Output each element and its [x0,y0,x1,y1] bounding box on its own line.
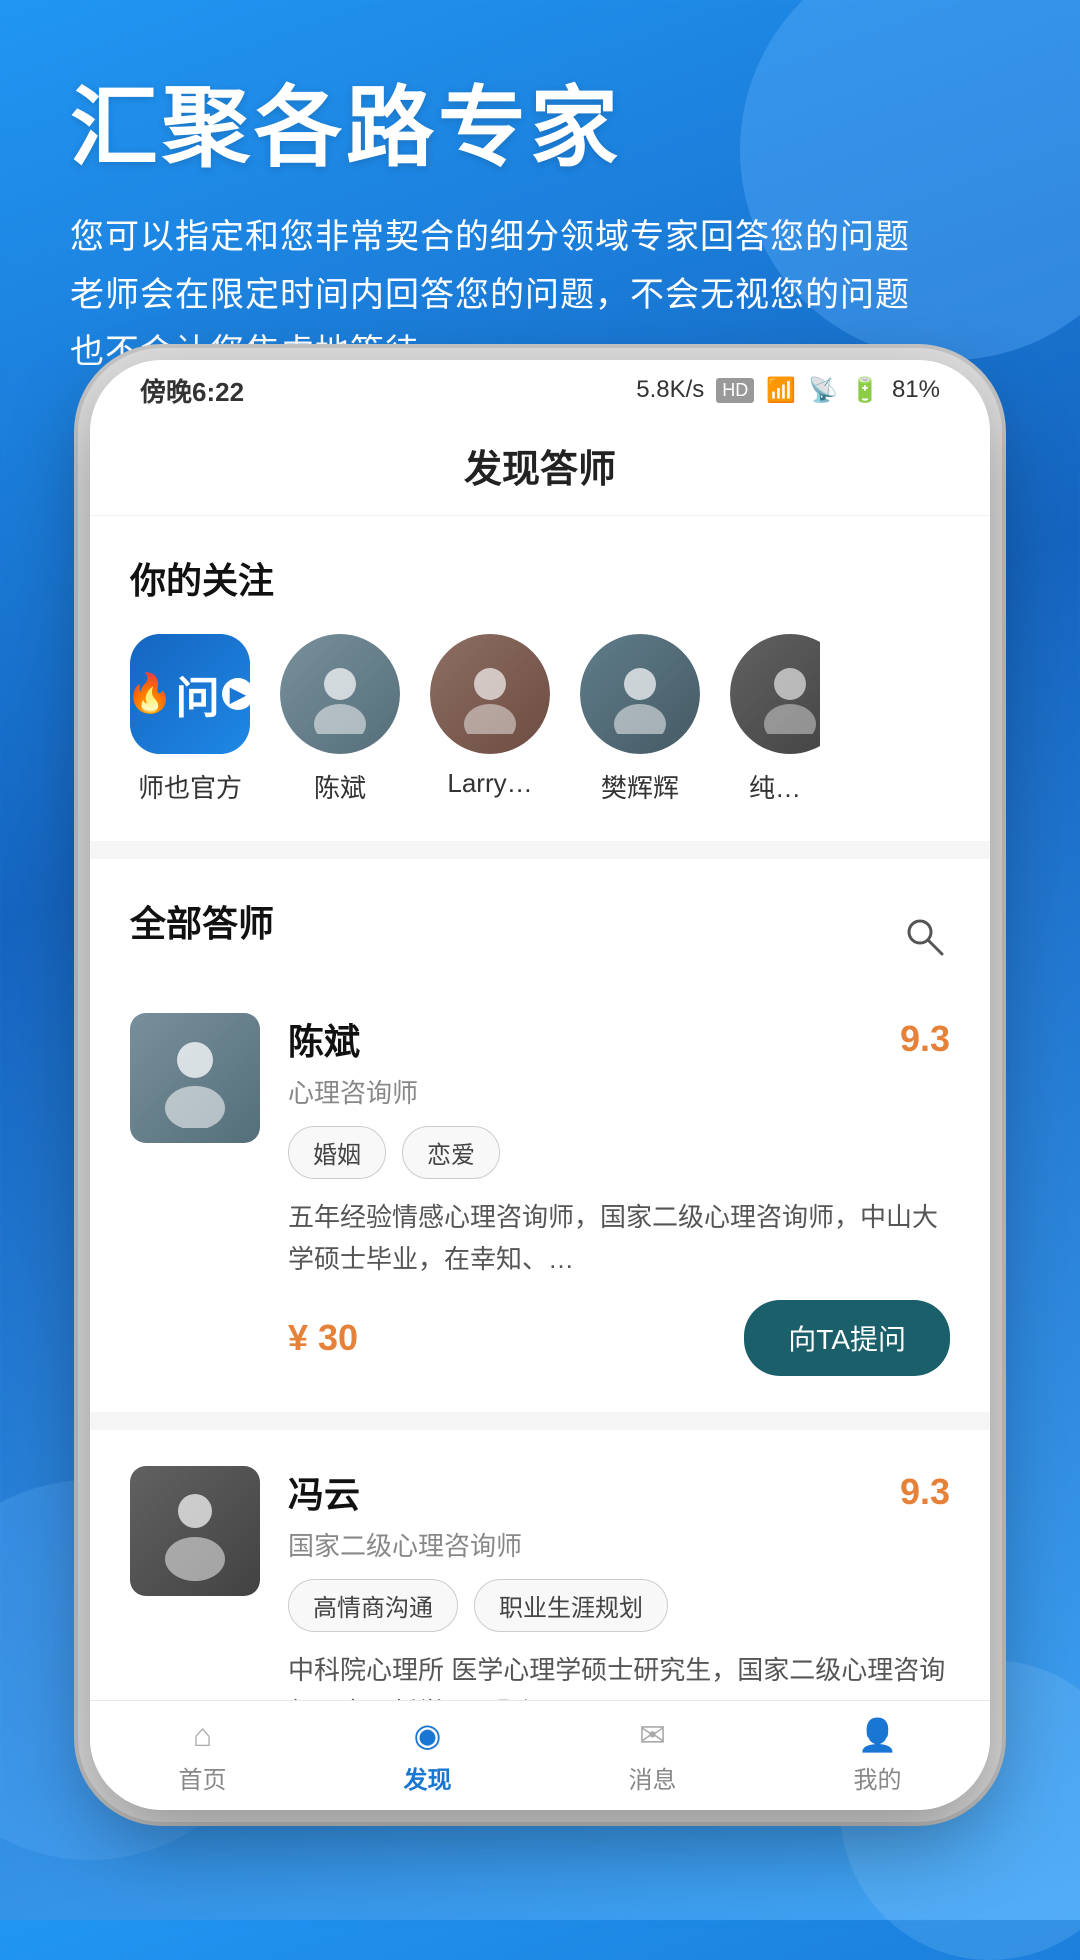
discover-icon: ◉ [414,1716,442,1754]
page-subtitle: 您可以指定和您非常契合的细分领域专家回答您的问题 老师会在限定时间内回答您的问题… [70,209,1010,382]
chenbin-tag-2: 恋爱 [402,1126,500,1179]
fanhuihui-following-name: 樊辉辉 [601,768,679,805]
chenbin-avatar [130,1013,260,1143]
app-header: 发现答师 [90,420,990,516]
chenbin-following-avatar [280,634,400,754]
fengyun-header-row: 冯云 9.3 [288,1466,950,1518]
chenbin-header-row: 陈斌 9.3 [288,1013,950,1065]
chenbin-avatar-img [280,634,400,754]
chenbin-rating: 9.3 [900,1018,950,1060]
larry-avatar-img [430,634,550,754]
following-item-official[interactable]: 🔥 问 ▶ 师也官方 [130,634,250,805]
official-inner: 🔥 问 ▶ [130,634,250,754]
status-time: 傍晚6:22 [140,372,244,409]
official-avatar: 🔥 问 ▶ [130,634,250,754]
status-right: 5.8K/s HD 📶 📡 🔋 81% [636,376,940,405]
teacher-card-chenbin[interactable]: 陈斌 9.3 心理咨询师 婚姻 恋爱 五年经验情感心理咨询师，国家二级心理咨询师… [90,977,990,1412]
status-bar: 傍晚6:22 5.8K/s HD 📶 📡 🔋 81% [90,360,990,420]
chenbin-desc: 五年经验情感心理咨询师，国家二级心理咨询师，中山大学硕士毕业，在幸知、… [288,1197,950,1280]
chenbin-tags: 婚姻 恋爱 [288,1126,950,1179]
larry-following-avatar [430,634,550,754]
wifi-icon: 📡 [808,376,838,405]
chenbin-footer: ¥ 30 向TA提问 [288,1300,950,1376]
all-teachers-section: 全部答师 [90,859,990,977]
official-name: 师也官方 [138,768,242,805]
nav-label-messages: 消息 [629,1760,677,1795]
fengyun-avatar [130,1466,260,1596]
fengyun-tags: 高情商沟通 职业生涯规划 [288,1579,950,1632]
chenbin-tag-1: 婚姻 [288,1126,386,1179]
hd-badge: HD [716,378,754,403]
fengyun-title: 国家二级心理咨询师 [288,1526,950,1563]
nav-label-home: 首页 [179,1760,227,1795]
chenbin-name: 陈斌 [288,1013,360,1065]
search-icon [902,914,946,958]
chenbin-title: 心理咨询师 [288,1073,950,1110]
network-speed: 5.8K/s [636,376,704,404]
partial-avatar-img [730,634,820,754]
chenbin-price: ¥ 30 [288,1317,358,1359]
fengyun-tag-1: 高情商沟通 [288,1579,458,1632]
following-item-partial[interactable]: 纯… [730,634,820,805]
partial-following-name: 纯… [749,768,801,805]
larry-following-name: Larry… [447,768,532,799]
chenbin-ask-button[interactable]: 向TA提问 [744,1300,950,1376]
phone-mockup: 傍晚6:22 5.8K/s HD 📶 📡 🔋 81% 发现答师 你的关注 [90,360,990,1810]
all-teachers-header: 全部答师 [130,895,950,977]
following-item-larry[interactable]: Larry… [430,634,550,805]
following-item-fanhuihui[interactable]: 樊辉辉 [580,634,700,805]
battery-icon: 🔋 [850,376,880,405]
nav-item-discover[interactable]: ◉ 发现 [315,1716,540,1795]
messages-icon: ✉ [639,1716,666,1754]
phone-content: 你的关注 🔥 问 ▶ 师也官方 [90,516,990,1756]
following-row: 🔥 问 ▶ 师也官方 [130,634,950,805]
search-button[interactable] [898,910,950,962]
page-title: 汇聚各路专家 [70,80,1010,177]
fengyun-rating: 9.3 [900,1471,950,1513]
fanhuihui-avatar-img [580,634,700,754]
battery-percent: 81% [892,376,940,404]
chenbin-following-name: 陈斌 [314,768,366,805]
nav-item-messages[interactable]: ✉ 消息 [540,1716,765,1795]
following-title: 你的关注 [130,552,950,604]
nav-label-discover: 发现 [404,1760,452,1795]
bottom-nav: ⌂ 首页 ◉ 发现 ✉ 消息 👤 我的 [90,1700,990,1810]
nav-item-home[interactable]: ⌂ 首页 [90,1717,315,1795]
nav-label-profile: 我的 [854,1760,902,1795]
subtitle-line2: 老师会在限定时间内回答您的问题，不会无视您的问题 [70,276,910,314]
all-teachers-title: 全部答师 [130,895,274,947]
fengyun-tag-2: 职业生涯规划 [474,1579,668,1632]
following-section: 你的关注 🔥 问 ▶ 师也官方 [90,516,990,841]
signal-icon: 📶 [766,376,796,405]
subtitle-line1: 您可以指定和您非常契合的细分领域专家回答您的问题 [70,218,910,256]
chenbin-info: 陈斌 9.3 心理咨询师 婚姻 恋爱 五年经验情感心理咨询师，国家二级心理咨询师… [288,1013,950,1376]
fengyun-name: 冯云 [288,1466,360,1518]
profile-icon: 👤 [858,1716,898,1754]
fanhuihui-following-avatar [580,634,700,754]
nav-item-profile[interactable]: 👤 我的 [765,1716,990,1795]
teacher-card-inner: 陈斌 9.3 心理咨询师 婚姻 恋爱 五年经验情感心理咨询师，国家二级心理咨询师… [130,1013,950,1376]
following-item-chenbin[interactable]: 陈斌 [280,634,400,805]
page-header: 汇聚各路专家 您可以指定和您非常契合的细分领域专家回答您的问题 老师会在限定时间… [0,0,1080,412]
app-title: 发现答师 [464,449,616,491]
home-icon: ⌂ [193,1717,212,1754]
